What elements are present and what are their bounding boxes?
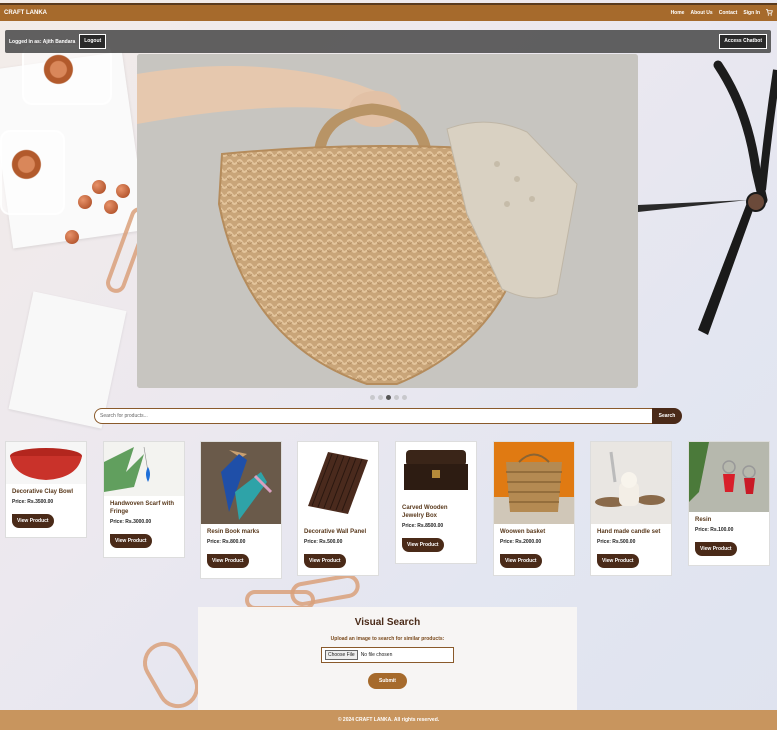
search-button[interactable]: Search xyxy=(652,408,682,424)
submit-button[interactable]: Submit xyxy=(368,673,407,689)
product-title: Woowen basket xyxy=(500,529,546,535)
product-price: Price: Rs.800.00 xyxy=(207,539,246,545)
product-image[interactable] xyxy=(494,442,574,524)
product-title: Decorative Clay Bowl xyxy=(12,489,74,495)
carousel-indicators xyxy=(370,395,407,400)
product-title: Resin Book marks xyxy=(207,529,260,535)
product-title: Handwoven Scarf with Fringe xyxy=(110,501,175,515)
product-card: Hand made candle set Price: Rs.500.00 Vi… xyxy=(590,441,672,576)
product-price: Price: Rs.8500.00 xyxy=(402,523,444,529)
access-chatbot-button[interactable]: Access Chatbot xyxy=(719,34,767,49)
carousel-dot-active[interactable] xyxy=(386,395,391,400)
product-card: Handwoven Scarf with Fringe Price: Rs.30… xyxy=(103,441,185,558)
nav-contact-link[interactable]: Contact xyxy=(719,10,738,16)
view-product-button[interactable]: View Product xyxy=(695,542,737,556)
visual-search-subtitle: Upload an image to search for similar pr… xyxy=(330,636,445,642)
file-upload-field[interactable]: Choose File No file chosen xyxy=(321,647,454,663)
product-image[interactable] xyxy=(689,442,769,512)
copyright-text: © 2024 CRAFT LANKA. All rights reserved. xyxy=(337,717,440,723)
product-price: Price: Rs.3500.00 xyxy=(12,499,54,505)
logged-in-label: Logged in as: Ajith Bandara xyxy=(9,38,76,45)
view-product-button[interactable]: View Product xyxy=(597,554,639,568)
search-input[interactable] xyxy=(94,408,652,424)
carousel-dot[interactable] xyxy=(378,395,383,400)
product-image[interactable] xyxy=(104,442,184,496)
jar-decor xyxy=(22,45,112,105)
nav-links: Home About Us Contact Sign In xyxy=(671,8,773,18)
product-search: Search xyxy=(94,408,682,424)
product-card: Decorative Wall Panel Price: Rs.500.00 V… xyxy=(297,441,379,576)
carousel-dot[interactable] xyxy=(370,395,375,400)
choose-file-button[interactable]: Choose File xyxy=(325,650,358,660)
carousel-dot[interactable] xyxy=(394,395,399,400)
product-title: Resin xyxy=(695,517,712,523)
user-bar: Logged in as: Ajith Bandara Logout Acces… xyxy=(5,30,771,53)
top-navbar: CRAFT LANKA Home About Us Contact Sign I… xyxy=(0,3,777,21)
visual-search-panel: Visual Search Upload an image to search … xyxy=(198,607,577,710)
product-card: Resin Price: Rs.100.00 View Product xyxy=(688,441,770,566)
product-image[interactable] xyxy=(6,442,86,484)
logout-button[interactable]: Logout xyxy=(79,34,107,49)
product-title: Carved Wooden Jewelry Box xyxy=(402,505,448,519)
product-price: Price: Rs.3000.00 xyxy=(110,519,152,525)
product-title: Hand made candle set xyxy=(597,529,661,535)
brand-logo[interactable]: CRAFT LANKA xyxy=(4,10,47,16)
product-title: Decorative Wall Panel xyxy=(304,529,367,535)
product-card: Decorative Clay Bowl Price: Rs.3500.00 V… xyxy=(5,441,87,538)
view-product-button[interactable]: View Product xyxy=(12,514,54,528)
nav-home-link[interactable]: Home xyxy=(671,10,685,16)
product-price: Price: Rs.500.00 xyxy=(597,539,636,545)
user-info: Logged in as: Ajith Bandara Logout xyxy=(9,34,107,49)
product-image[interactable] xyxy=(298,442,378,524)
cart-icon[interactable] xyxy=(766,8,773,18)
view-product-button[interactable]: View Product xyxy=(304,554,346,568)
scissors-decor xyxy=(638,60,777,335)
view-product-button[interactable]: View Product xyxy=(500,554,542,568)
file-status: No file chosen xyxy=(360,652,393,658)
product-card: Woowen basket Price: Rs.2000.00 View Pro… xyxy=(493,441,575,576)
product-image[interactable] xyxy=(201,442,281,524)
visual-search-title: Visual Search xyxy=(354,617,421,628)
username: Ajith Bandara xyxy=(42,38,76,45)
product-price: Price: Rs.100.00 xyxy=(695,527,734,533)
nav-signin-link[interactable]: Sign In xyxy=(743,10,760,16)
basket-hero-image xyxy=(137,54,638,388)
footer: © 2024 CRAFT LANKA. All rights reserved. xyxy=(0,710,777,730)
nav-about-link[interactable]: About Us xyxy=(690,10,712,16)
jar-decor xyxy=(0,130,65,215)
product-image[interactable] xyxy=(591,442,671,524)
view-product-button[interactable]: View Product xyxy=(402,538,444,552)
hero-carousel[interactable] xyxy=(137,54,638,388)
product-card: Carved Wooden Jewelry Box Price: Rs.8500… xyxy=(395,441,477,564)
view-product-button[interactable]: View Product xyxy=(110,534,152,548)
product-card: Resin Book marks Price: Rs.800.00 View P… xyxy=(200,441,282,579)
product-image[interactable] xyxy=(396,442,476,500)
carousel-dot[interactable] xyxy=(402,395,407,400)
product-price: Price: Rs.2000.00 xyxy=(500,539,542,545)
product-price: Price: Rs.500.00 xyxy=(304,539,343,545)
view-product-button[interactable]: View Product xyxy=(207,554,249,568)
